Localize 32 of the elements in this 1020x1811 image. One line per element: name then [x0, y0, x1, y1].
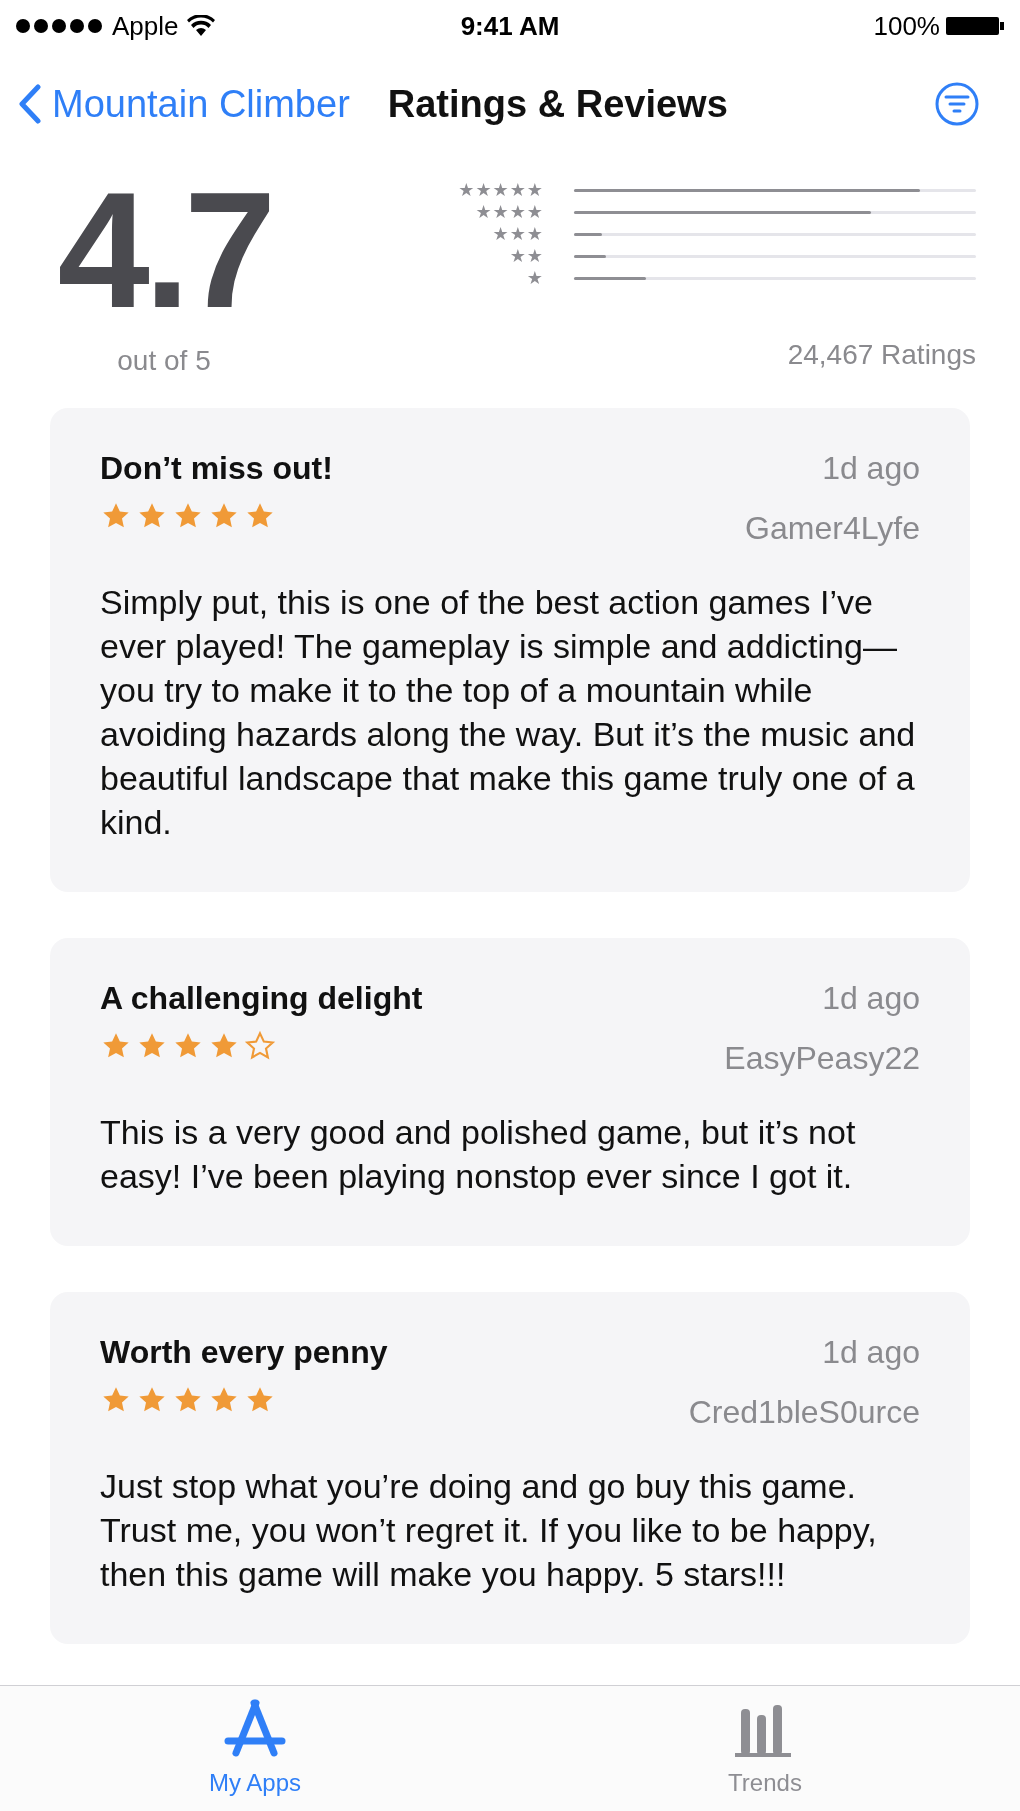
review-author: EasyPeasy22 — [724, 1039, 920, 1078]
battery-percent: 100% — [873, 9, 940, 43]
average-rating: 4.7 — [57, 180, 271, 320]
empty-star-icon — [244, 1030, 276, 1062]
review-title: Don’t miss out! — [100, 449, 333, 488]
review-date: 1d ago — [822, 979, 920, 1018]
star-label: ★★★ — [492, 224, 544, 244]
star-label: ★★★★ — [475, 202, 544, 222]
star-label: ★ — [526, 268, 544, 288]
review-title: Worth every penny — [100, 1333, 388, 1372]
review-text: Simply put, this is one of the best action games I’ve ever played! The gameplay is simple and addicting—you try to make it to the top of a mountain while avoiding hazards along the way. But it’s the music and beautiful landscape that make this game truly one of a kind. — [100, 582, 917, 843]
star-label: ★★ — [509, 246, 544, 266]
wifi-icon — [186, 15, 215, 37]
screen-title: Ratings & Reviews — [387, 81, 728, 127]
chevron-left-icon — [18, 84, 42, 124]
tab-bar-item[interactable]: My Apps — [0, 1686, 510, 1811]
clock-time: 9:41 AM — [460, 9, 560, 43]
review-date: 1d ago — [822, 449, 920, 488]
review-title: A challenging delight — [100, 979, 423, 1018]
tab-bar-item[interactable]: Trends — [510, 1686, 1020, 1811]
rating-scale: out of 5 — [117, 344, 211, 378]
review-author: Cred1bleS0urce — [688, 1393, 920, 1432]
review-author: Gamer4Lyfe — [745, 509, 920, 548]
review-text: This is a very good and polished game, but it’s not easy! I’ve been playing nonstop ever since I got it. — [100, 1112, 857, 1197]
signal-icon — [16, 19, 104, 33]
back-button[interactable]: Mountain Climber — [18, 75, 350, 133]
review-text: Just stop what you’re doing and go buy this game. Trust me, you won’t regret it. If you like to be happy, then this game will make you happy. 5 stars!!! — [100, 1466, 878, 1595]
ratings-count: 24,467 Ratings — [787, 338, 976, 372]
review-date: 1d ago — [822, 1333, 920, 1372]
star-label: ★★★★★ — [458, 180, 544, 200]
carrier-name: Apple — [112, 9, 179, 43]
battery-icon — [946, 15, 1004, 37]
